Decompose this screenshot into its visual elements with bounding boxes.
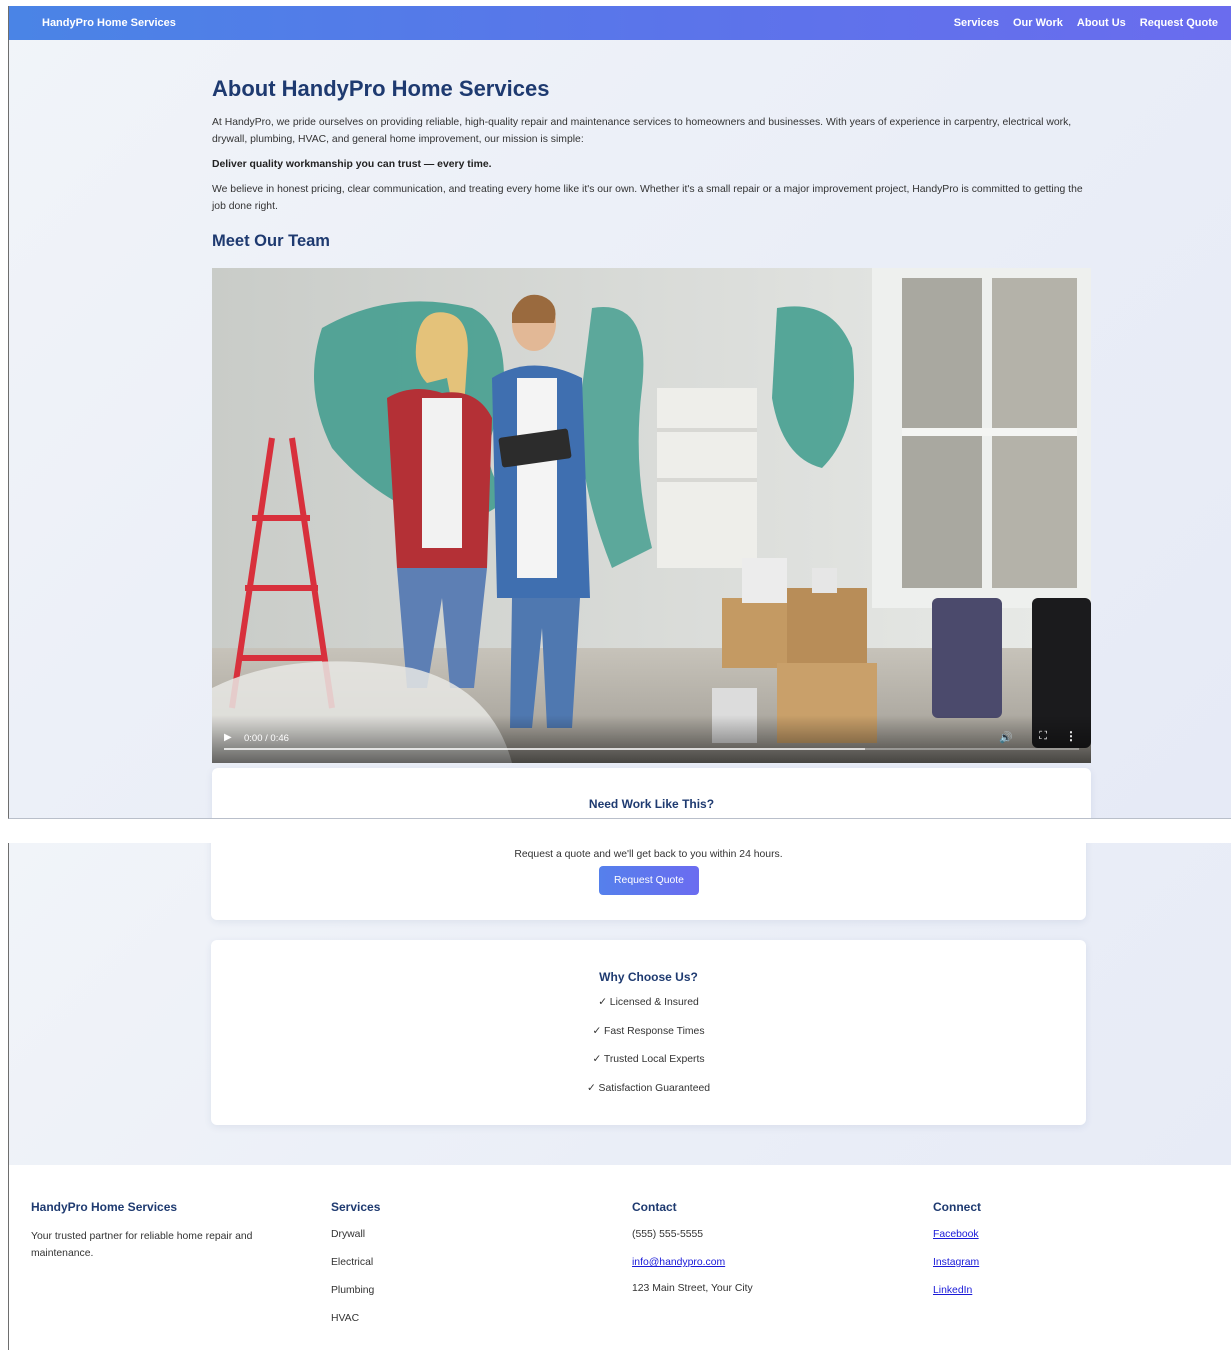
video-frame-image [212, 268, 1091, 763]
footer-service-plumbing: Plumbing [331, 1285, 375, 1296]
about-intro: At HandyPro, we pride ourselves on provi… [212, 117, 1072, 145]
nav-brand[interactable]: HandyPro Home Services [42, 17, 176, 29]
footer-address: 123 Main Street, Your City [632, 1283, 753, 1294]
nav-link-services[interactable]: Services [954, 17, 999, 29]
about-section: About HandyPro Home Services At HandyPro… [212, 76, 1092, 251]
site-footer: HandyPro Home Services Your trusted part… [9, 1165, 1231, 1350]
mission-statement: Deliver quality workmanship you can trus… [212, 159, 492, 170]
footer-link-facebook[interactable]: Facebook [933, 1229, 979, 1240]
footer-services-column: Services Drywall Electrical Plumbing HVA… [331, 1200, 380, 1340]
footer-brand-title: HandyPro Home Services [31, 1200, 178, 1214]
footer-service-hvac: HVAC [331, 1313, 360, 1324]
why-item-satisfaction: ✓ Satisfaction Guaranteed [586, 1083, 711, 1095]
footer-service-electrical: Electrical [331, 1257, 374, 1268]
footer-connect-title: Connect [933, 1200, 981, 1214]
volume-icon[interactable]: 🔊 [999, 731, 1013, 744]
footer-brand-description: Your trusted partner for reliable home r… [31, 1231, 253, 1259]
footer-link-linkedin[interactable]: LinkedIn [933, 1285, 972, 1296]
footer-contact-title: Contact [632, 1200, 677, 1214]
team-title: Meet Our Team [212, 232, 330, 250]
cta-card-top: Need Work Like This? [212, 768, 1091, 818]
why-choose-us-card: Why Choose Us? ✓ Licensed & Insured ✓ Fa… [211, 940, 1086, 1125]
viewport-bottom: Request a quote and we'll get back to yo… [8, 843, 1231, 1350]
footer-connect-column: Connect Facebook Instagram LinkedIn [933, 1200, 981, 1312]
about-belief: We believe in honest pricing, clear comm… [212, 184, 1083, 212]
video-controls: ▶ 0:00 / 0:46 🔊 ⛶ ⋮ [212, 715, 1091, 763]
video-time: 0:00 / 0:46 [244, 733, 289, 744]
footer-contact-column: Contact (555) 555-5555 info@handypro.com… [632, 1200, 753, 1310]
cta-card-bottom: Request a quote and we'll get back to yo… [211, 843, 1086, 920]
why-item-local-experts: ✓ Trusted Local Experts [592, 1054, 705, 1066]
footer-brand-column: HandyPro Home Services Your trusted part… [31, 1200, 291, 1262]
about-title: About HandyPro Home Services [212, 76, 550, 101]
viewport-top: HandyPro Home Services Services Our Work… [8, 6, 1231, 819]
why-title: Why Choose Us? [599, 970, 698, 984]
cta-title: Need Work Like This? [588, 797, 715, 811]
footer-email-link[interactable]: info@handypro.com [632, 1257, 725, 1268]
play-icon[interactable]: ▶ [224, 732, 232, 743]
fullscreen-icon[interactable]: ⛶ [1039, 730, 1047, 743]
why-item-fast-response: ✓ Fast Response Times [592, 1025, 705, 1037]
footer-link-instagram[interactable]: Instagram [933, 1257, 979, 1268]
top-navbar: HandyPro Home Services Services Our Work… [9, 6, 1231, 40]
nav-links: Services Our Work About Us Request Quote [954, 17, 1218, 29]
nav-link-about-us[interactable]: About Us [1077, 17, 1126, 29]
why-list: ✓ Licensed & Insured ✓ Fast Response Tim… [211, 996, 1086, 1111]
nav-link-our-work[interactable]: Our Work [1013, 17, 1063, 29]
video-progress-bar[interactable] [224, 748, 1079, 750]
cta-text: Request a quote and we'll get back to yo… [514, 849, 783, 860]
footer-phone: (555) 555-5555 [632, 1229, 704, 1240]
more-options-icon[interactable]: ⋮ [1065, 729, 1077, 743]
why-item-licensed: ✓ Licensed & Insured [598, 997, 699, 1008]
footer-services-title: Services [331, 1200, 381, 1214]
video-buffer-bar [224, 748, 866, 750]
request-quote-button[interactable]: Request Quote [599, 866, 699, 895]
team-video[interactable]: ▶ 0:00 / 0:46 🔊 ⛶ ⋮ [212, 268, 1091, 763]
nav-link-request-quote[interactable]: Request Quote [1140, 17, 1218, 29]
footer-service-drywall: Drywall [331, 1229, 366, 1240]
